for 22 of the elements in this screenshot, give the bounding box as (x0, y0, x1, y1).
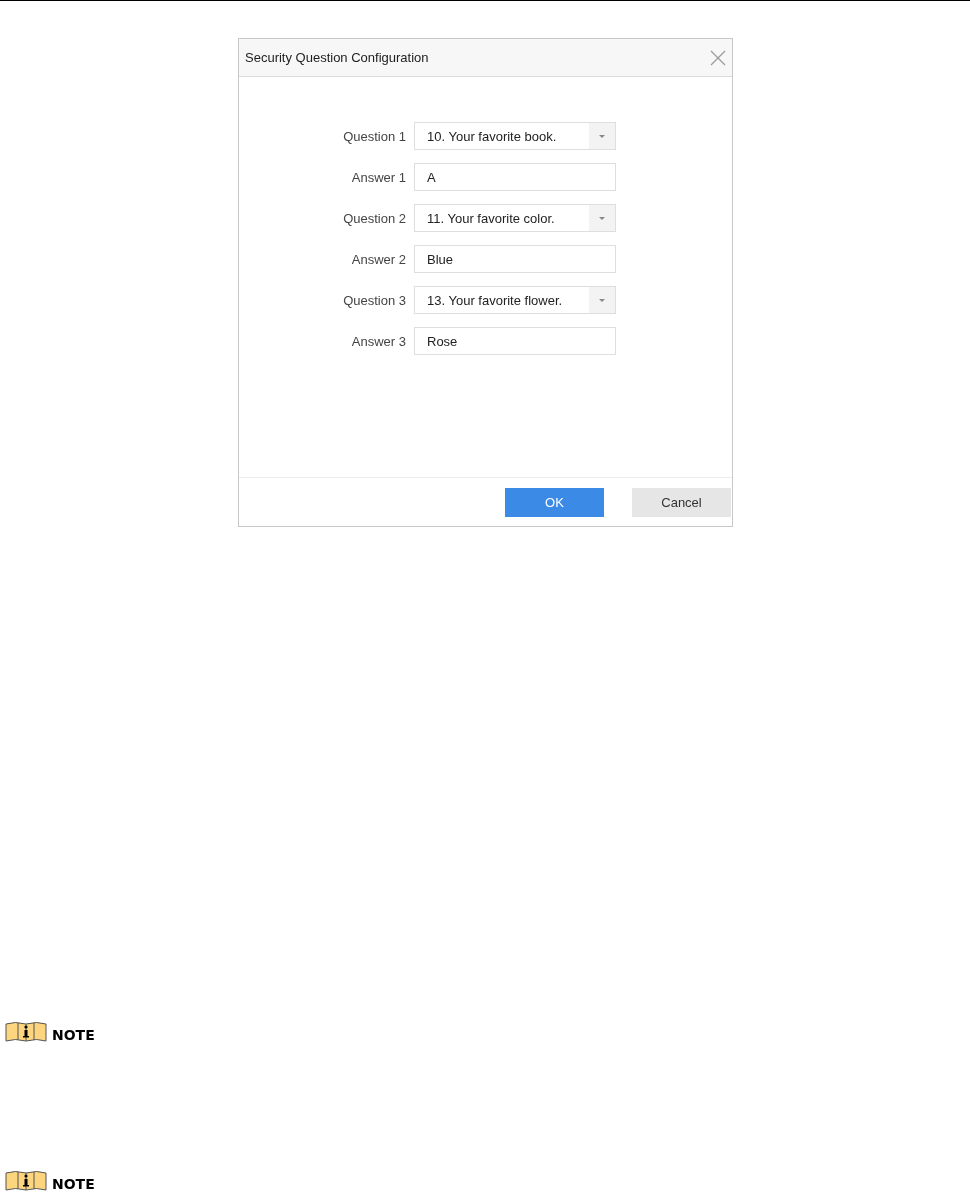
question-dropdown[interactable]: 11. Your favorite color. (414, 204, 616, 232)
dialog-title: Security Question Configuration (245, 50, 429, 65)
field-label: Question 1 (342, 128, 406, 144)
field-label: Question 3 (342, 292, 406, 308)
question-dropdown[interactable]: 10. Your favorite book. (414, 122, 616, 150)
info-book-icon (5, 1171, 47, 1191)
answer-field[interactable]: Blue (414, 245, 616, 273)
answer-field[interactable]: Rose (414, 327, 616, 355)
cancel-button[interactable]: Cancel (632, 487, 731, 517)
caret-icon (599, 134, 605, 138)
info-book-icon (5, 1022, 47, 1042)
caret-icon (599, 216, 605, 220)
ok-button[interactable]: OK (505, 487, 604, 517)
field-label: Answer 2 (350, 251, 406, 267)
field-label: Answer 3 (350, 333, 406, 349)
question-dropdown[interactable]: 13. Your favorite flower. (414, 286, 616, 314)
field-label: Question 2 (342, 210, 406, 226)
field-label: Answer 1 (350, 169, 406, 185)
answer-field[interactable]: A (414, 163, 616, 191)
note-heading: NOTE (52, 1177, 95, 1191)
caret-icon (599, 298, 605, 302)
note-heading: NOTE (52, 1028, 95, 1042)
